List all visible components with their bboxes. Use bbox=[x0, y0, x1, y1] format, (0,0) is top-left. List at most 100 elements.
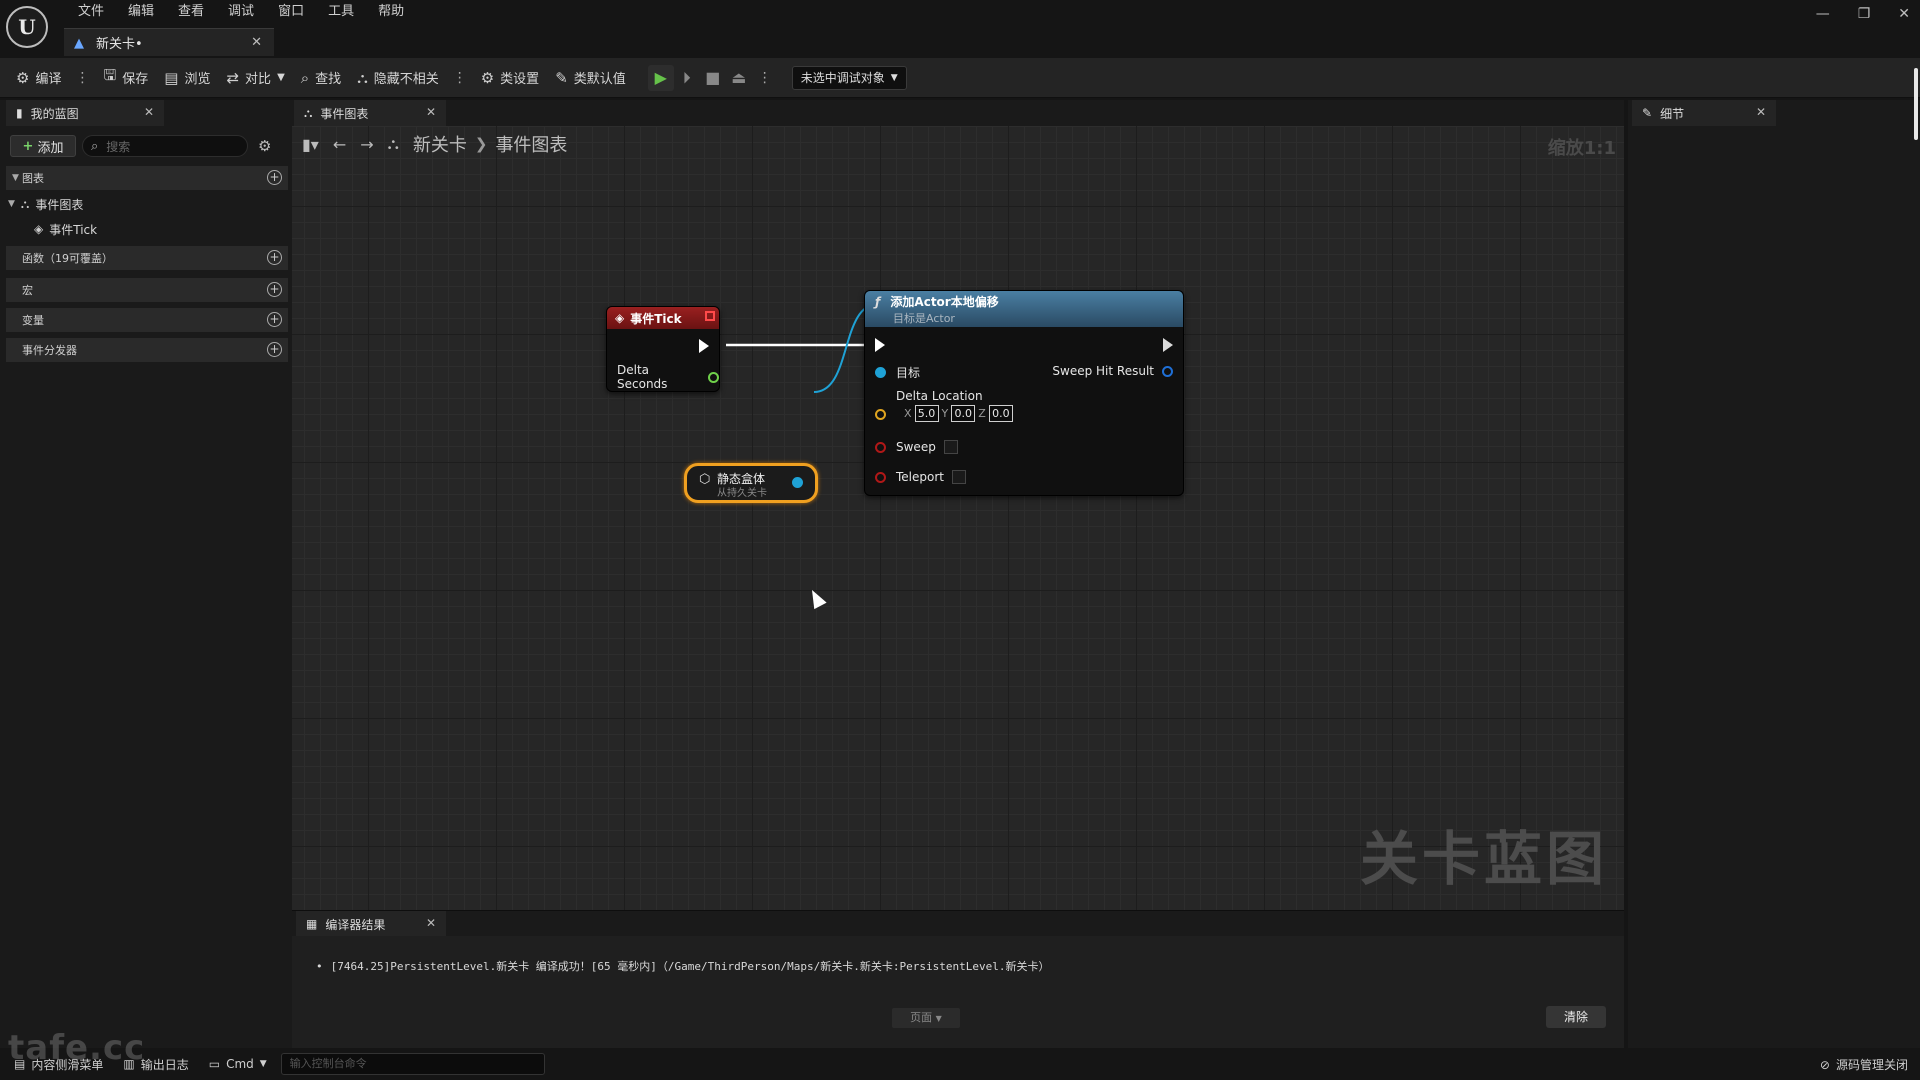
debug-object-select[interactable]: 未选中调试对象 ▼ bbox=[791, 65, 907, 90]
page-dropdown[interactable]: 页面 ▼ bbox=[892, 1008, 960, 1028]
compile-button[interactable]: ⚙ 编译 bbox=[8, 64, 69, 92]
close-icon[interactable]: ✕ bbox=[1756, 105, 1766, 119]
section-macros[interactable]: 宏 + bbox=[6, 278, 288, 302]
exec-out-pin[interactable] bbox=[1163, 338, 1173, 352]
teleport-checkbox[interactable] bbox=[952, 470, 966, 484]
compiler-results-tab-label: 编译器结果 bbox=[325, 917, 386, 932]
z-field[interactable]: 0.0 bbox=[988, 405, 1013, 422]
delta-location-pin[interactable]: Delta Location X 5.0 Y 0.0 Z 0.0 bbox=[875, 389, 1016, 422]
close-icon[interactable]: ✕ bbox=[426, 105, 436, 119]
class-defaults-label: 类默认值 bbox=[573, 72, 626, 87]
save-label: 保存 bbox=[122, 72, 149, 87]
chevron-down-icon: ▼ bbox=[935, 1014, 942, 1023]
add-button[interactable]: + 添加 bbox=[10, 135, 76, 157]
find-button[interactable]: ⌕ 查找 bbox=[293, 64, 349, 92]
main-menu: 文件 编辑 查看 调试 窗口 工具 帮助 bbox=[66, 3, 416, 21]
target-pin[interactable]: 目标 bbox=[875, 364, 920, 381]
window-controls: — ❐ ✕ bbox=[1816, 6, 1910, 22]
event-tick-label: 事件Tick bbox=[49, 222, 98, 237]
sweep-checkbox[interactable] bbox=[943, 440, 958, 454]
class-settings-button[interactable]: ⚙ 类设置 bbox=[473, 64, 547, 92]
step-button[interactable]: ⏵ bbox=[674, 65, 700, 91]
static-mesh-subtitle: 从持久关卡 bbox=[717, 488, 767, 499]
sweep-hit-result-label: Sweep Hit Result bbox=[1052, 364, 1154, 378]
event-graph-tab[interactable]: ⛬ 事件图表 ✕ bbox=[294, 100, 446, 126]
compile-message[interactable]: • [7464.25]PersistentLevel.新关卡 编译成功！[65 毫… bbox=[316, 958, 1049, 974]
teleport-pin[interactable]: Teleport bbox=[875, 470, 966, 484]
menu-window[interactable]: 窗口 bbox=[266, 3, 316, 21]
details-tab-label: 细节 bbox=[1660, 106, 1685, 121]
document-tab[interactable]: ▲ 新关卡• ✕ bbox=[64, 28, 274, 56]
cmd-dropdown[interactable]: ▭ Cmd ▼ bbox=[199, 1057, 277, 1071]
search-placeholder: 搜索 bbox=[106, 139, 131, 154]
static-mesh-node[interactable]: ⬡ 静态盒体 从持久关卡 bbox=[684, 463, 818, 503]
browse-icon: ▤ bbox=[164, 68, 179, 87]
menu-file[interactable]: 文件 bbox=[66, 3, 116, 21]
save-button[interactable]: 🖫 保存 bbox=[95, 64, 156, 92]
menu-view[interactable]: 查看 bbox=[166, 3, 216, 21]
my-blueprint-tab[interactable]: ▮ 我的蓝图 ✕ bbox=[6, 100, 164, 126]
menu-help[interactable]: 帮助 bbox=[366, 3, 416, 21]
add-actor-local-offset-node[interactable]: ƒ 添加Actor本地偏移 目标是Actor 目标 Sweep Hit Resu… bbox=[864, 290, 1184, 496]
hide-unrelated-button[interactable]: ⛬ 隐藏不相关 bbox=[349, 64, 447, 92]
add-variable-icon[interactable]: + bbox=[267, 312, 282, 327]
tree-item-event-graph[interactable]: ▼ ⛬ 事件图表 bbox=[8, 193, 83, 215]
section-graphs[interactable]: ▼ 图表 + bbox=[6, 166, 288, 190]
x-field[interactable]: 5.0 bbox=[914, 405, 939, 422]
no-entry-icon: ⊘ bbox=[1819, 1058, 1830, 1072]
section-dispatchers[interactable]: 事件分发器 + bbox=[6, 338, 288, 362]
add-function-icon[interactable]: + bbox=[267, 250, 282, 265]
exec-in-pin[interactable] bbox=[875, 338, 885, 352]
page-label: 页面 bbox=[910, 1011, 933, 1024]
delta-seconds-pin[interactable]: Delta Seconds bbox=[617, 363, 719, 391]
close-icon[interactable]: ✕ bbox=[426, 916, 436, 930]
gear-icon[interactable]: ⚙ bbox=[258, 137, 271, 155]
event-graph-tab-label: 事件图表 bbox=[320, 106, 369, 121]
section-variables[interactable]: 变量 + bbox=[6, 308, 288, 332]
find-icon: ⌕ bbox=[300, 68, 310, 87]
section-graphs-label: 图表 bbox=[22, 172, 44, 185]
add-label: 添加 bbox=[37, 140, 64, 156]
source-control-button[interactable]: ⊘ 源码管理关闭 bbox=[1820, 1056, 1908, 1073]
unreal-logo-icon[interactable]: U bbox=[6, 6, 48, 48]
y-field[interactable]: 0.0 bbox=[951, 405, 976, 422]
stop-button[interactable]: ■ bbox=[700, 65, 726, 91]
diff-button[interactable]: ⇄ 对比 ▼ bbox=[218, 64, 292, 92]
details-tab[interactable]: ✎ 细节 ✕ bbox=[1632, 100, 1776, 126]
class-defaults-button[interactable]: ✎ 类默认值 bbox=[547, 64, 634, 92]
scrollbar[interactable] bbox=[1914, 68, 1918, 140]
play-options-icon[interactable]: ⋮ bbox=[752, 70, 778, 86]
menu-tools[interactable]: 工具 bbox=[316, 3, 366, 21]
close-icon[interactable]: ✕ bbox=[251, 35, 262, 50]
play-button[interactable]: ▶ bbox=[647, 64, 674, 91]
menu-edit[interactable]: 编辑 bbox=[116, 3, 166, 21]
delta-seconds-label: Delta Seconds bbox=[617, 363, 668, 391]
eject-button[interactable]: ⏏ bbox=[726, 65, 752, 91]
exec-out-pin[interactable] bbox=[699, 339, 709, 353]
add-dispatcher-icon[interactable]: + bbox=[267, 342, 282, 357]
restore-icon[interactable]: ❐ bbox=[1858, 6, 1871, 22]
tree-item-event-tick[interactable]: ◈ 事件Tick bbox=[34, 218, 97, 240]
section-functions[interactable]: 函数（19可覆盖） + bbox=[6, 246, 288, 270]
close-window-icon[interactable]: ✕ bbox=[1898, 6, 1910, 22]
close-icon[interactable]: ✕ bbox=[144, 105, 154, 119]
plus-icon: + bbox=[22, 138, 34, 154]
diff-icon: ⇄ bbox=[226, 68, 240, 87]
minimize-icon[interactable]: — bbox=[1816, 6, 1830, 22]
add-graph-icon[interactable]: + bbox=[267, 170, 282, 185]
sweep-pin[interactable]: Sweep bbox=[875, 440, 958, 454]
chevron-down-icon: ▼ bbox=[277, 72, 285, 83]
sweep-hit-result-pin[interactable]: Sweep Hit Result bbox=[1052, 364, 1173, 378]
add-macro-icon[interactable]: + bbox=[267, 282, 282, 297]
hide-options-icon[interactable]: ⋮ bbox=[447, 70, 473, 86]
browse-button[interactable]: ▤ 浏览 bbox=[156, 64, 218, 92]
console-command-input[interactable]: 输入控制台命令 bbox=[280, 1053, 545, 1075]
event-tick-node[interactable]: ◈ 事件Tick Delta Seconds bbox=[606, 306, 720, 392]
search-input[interactable]: ⌕ 搜索 bbox=[82, 135, 248, 157]
graph-canvas[interactable]: ▮▾ ← → ⛬ 新关卡 ❯ 事件图表 缩放1:1 ◈ 事件Tick Delta… bbox=[292, 126, 1624, 910]
compiler-results-tab[interactable]: ▦ 编译器结果 ✕ bbox=[296, 911, 446, 937]
object-pin-icon[interactable] bbox=[792, 477, 803, 488]
clear-button[interactable]: 清除 bbox=[1546, 1006, 1606, 1028]
menu-debug[interactable]: 调试 bbox=[216, 3, 266, 21]
compile-options-icon[interactable]: ⋮ bbox=[69, 70, 95, 86]
